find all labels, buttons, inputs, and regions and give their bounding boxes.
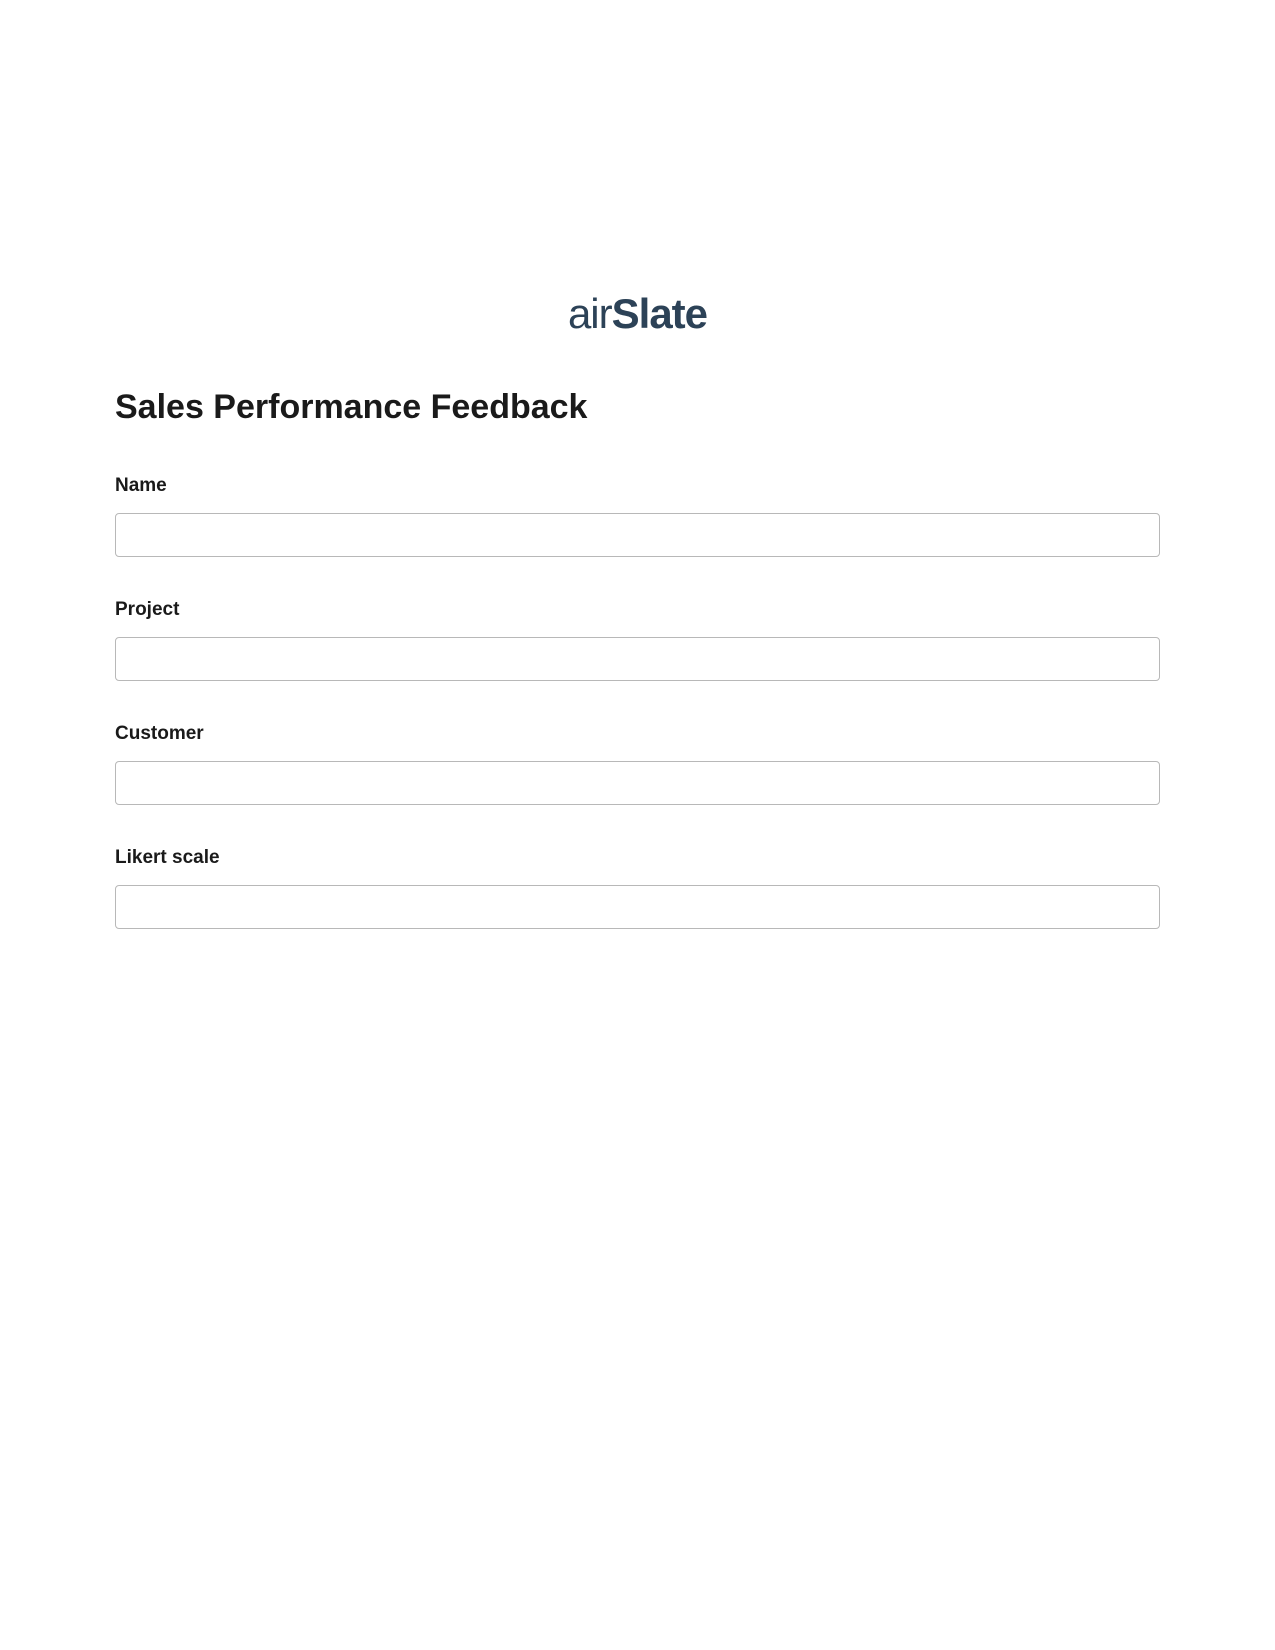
- input-name[interactable]: [115, 513, 1160, 557]
- logo-part1: air: [568, 290, 612, 337]
- label-name: Name: [115, 475, 1160, 497]
- form-title: Sales Performance Feedback: [115, 388, 1160, 427]
- label-likert: Likert scale: [115, 847, 1160, 869]
- label-customer: Customer: [115, 723, 1160, 745]
- logo-part2: Slate: [612, 290, 707, 337]
- input-customer[interactable]: [115, 761, 1160, 805]
- logo-text: airSlate: [568, 290, 707, 337]
- form-field-customer: Customer: [115, 723, 1160, 805]
- logo: airSlate: [115, 290, 1160, 338]
- input-project[interactable]: [115, 637, 1160, 681]
- form-container: airSlate Sales Performance Feedback Name…: [0, 0, 1275, 929]
- form-field-likert: Likert scale: [115, 847, 1160, 929]
- label-project: Project: [115, 599, 1160, 621]
- form-field-project: Project: [115, 599, 1160, 681]
- form-field-name: Name: [115, 475, 1160, 557]
- input-likert[interactable]: [115, 885, 1160, 929]
